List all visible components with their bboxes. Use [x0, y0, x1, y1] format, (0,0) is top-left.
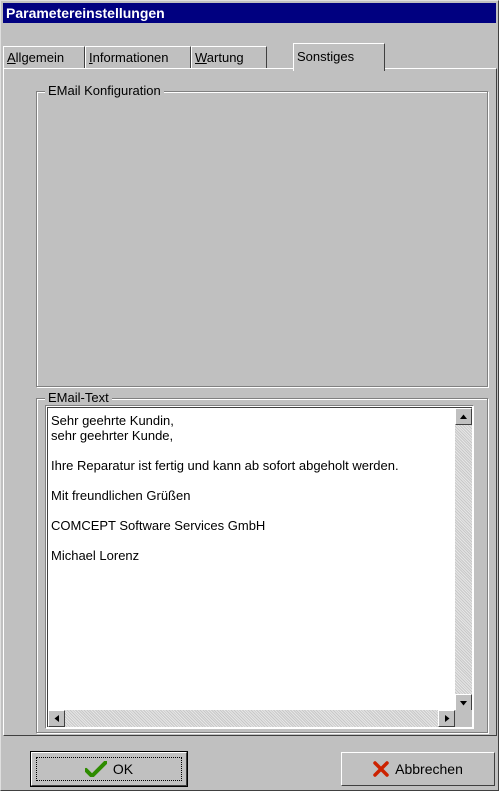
dialog-window: Parametereinstellungen Allgemein Informa…	[0, 0, 499, 791]
tab-wartung-accel: W	[195, 50, 207, 65]
email-config-label: EMail Konfiguration	[45, 83, 164, 99]
focus-rectangle	[36, 757, 182, 781]
tab-sonstiges[interactable]: Sonstiges	[293, 43, 385, 71]
window-title: Parametereinstellungen	[6, 5, 165, 21]
tab-allgemein[interactable]: Allgemein	[3, 46, 85, 69]
email-text-memo-inner: Sehr geehrte Kundin, sehr geehrter Kunde…	[47, 407, 472, 727]
scroll-up-button[interactable]	[455, 408, 472, 425]
scroll-down-button[interactable]	[455, 694, 472, 711]
cancel-button-label: Abbrechen	[395, 761, 463, 777]
tab-wartung[interactable]: Wartung	[191, 46, 267, 69]
tab-informationen[interactable]: Informationen	[85, 46, 191, 69]
button-bar: OK Abbrechen	[3, 742, 497, 788]
tab-strip: Allgemein Informationen Wartung Sonstige…	[3, 25, 497, 73]
x-icon	[373, 761, 389, 777]
scroll-corner	[455, 710, 472, 727]
tab-allgemein-label: llgemein	[15, 50, 65, 65]
tab-wartung-label: artung	[206, 50, 244, 65]
email-text-content[interactable]: Sehr geehrte Kundin, sehr geehrter Kunde…	[51, 413, 457, 709]
horizontal-scrollbar[interactable]	[48, 710, 455, 727]
vertical-scrollbar[interactable]	[455, 408, 472, 711]
arrow-right-icon	[444, 715, 449, 722]
scroll-left-button[interactable]	[48, 710, 65, 727]
tab-allgemein-accel: A	[7, 50, 16, 65]
email-text-label: EMail-Text	[45, 390, 112, 406]
arrow-left-icon	[54, 715, 59, 722]
email-text-memo[interactable]: Sehr geehrte Kundin, sehr geehrter Kunde…	[45, 405, 474, 729]
arrow-down-icon	[460, 700, 467, 705]
cancel-button[interactable]: Abbrechen	[341, 752, 495, 786]
arrow-up-icon	[460, 414, 467, 419]
scroll-right-button[interactable]	[438, 710, 455, 727]
email-config-group: EMail Konfiguration	[36, 83, 488, 387]
tab-sonstiges-label: Sonstiges	[297, 49, 355, 64]
title-bar[interactable]: Parametereinstellungen	[3, 3, 496, 23]
tab-informationen-label: nformationen	[92, 50, 169, 65]
ok-button[interactable]: OK	[30, 751, 188, 787]
